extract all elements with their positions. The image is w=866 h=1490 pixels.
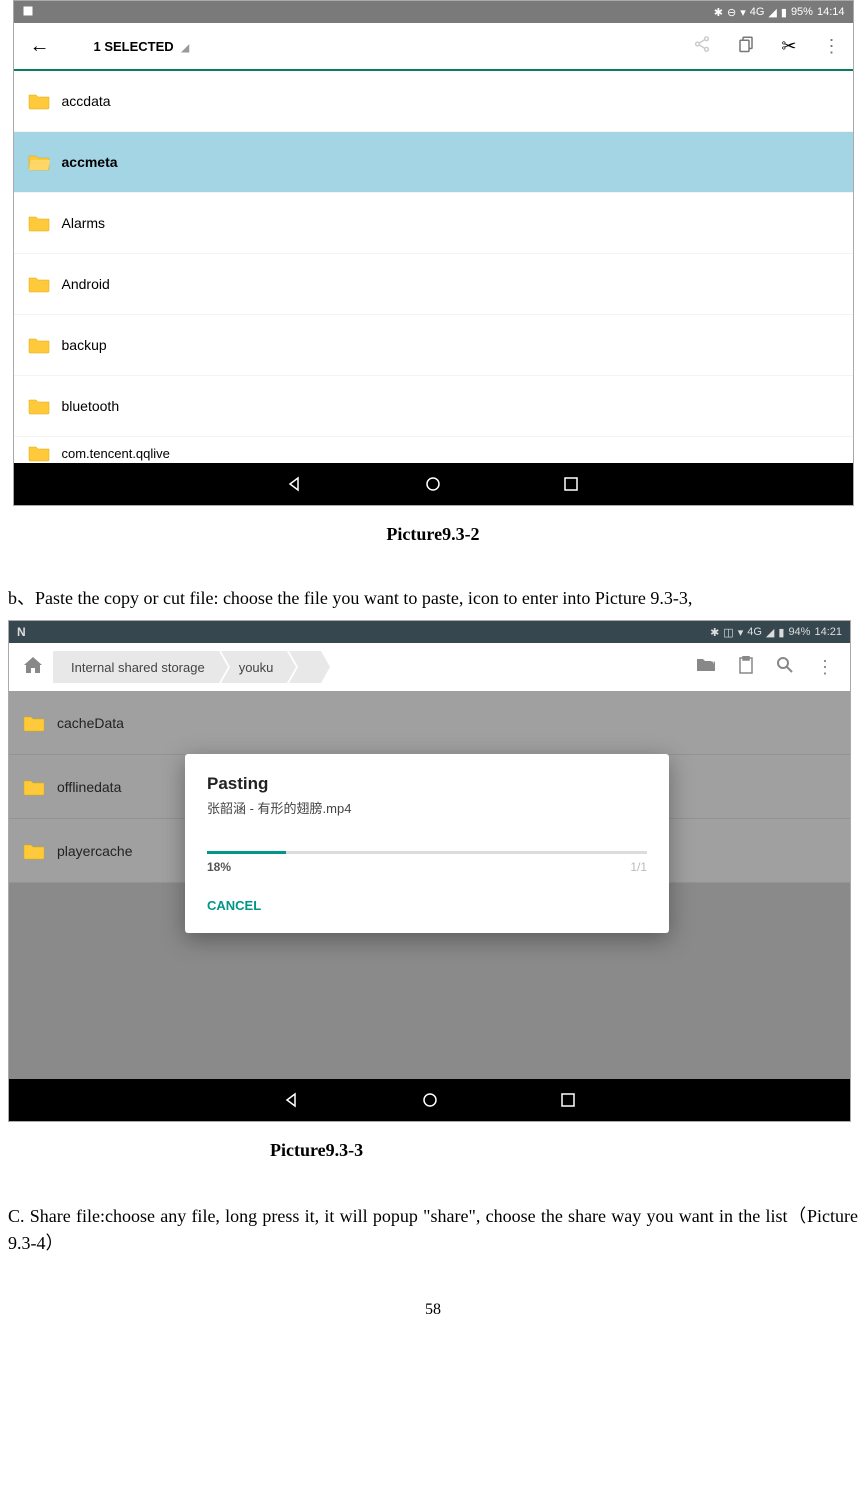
folder-label: accmeta (62, 154, 118, 170)
battery-icon: ▮ (778, 626, 784, 639)
app-bar: Internal shared storage youku + ⋮ (9, 643, 850, 691)
folder-label: Alarms (62, 215, 106, 231)
android-nav-bar (14, 463, 853, 505)
wifi-icon: ▾ (738, 626, 744, 639)
progress-fill (207, 851, 286, 854)
nav-back-icon[interactable] (286, 475, 304, 493)
paste-icon[interactable] (738, 656, 754, 679)
bluetooth-icon: ✱ (714, 6, 723, 19)
folder-icon (28, 397, 50, 415)
dnd-icon: ⊖ (727, 6, 736, 19)
cell-signal-label: 4G (750, 6, 765, 18)
dialog-title: Pasting (207, 774, 647, 794)
back-button[interactable]: ← (26, 35, 54, 58)
progress-percent: 18% (207, 860, 231, 874)
folder-row[interactable]: Android (14, 254, 853, 315)
svg-text:+: + (711, 657, 716, 666)
figure-caption-1: Picture9.3-2 (0, 524, 866, 545)
home-icon[interactable] (23, 656, 47, 679)
folder-icon (28, 444, 50, 462)
folder-label: backup (62, 337, 107, 353)
notification-icon (22, 5, 34, 20)
folder-row[interactable]: accdata (14, 71, 853, 132)
paste-dialog: Pasting 张韶涵 - 有形的翅膀.mp4 18% 1/1 CANCEL (185, 754, 669, 933)
clock: 14:21 (814, 626, 842, 638)
screenshot-9-3-2: ✱ ⊖ ▾ 4G ◢ ▮ 95% 14:14 ← 1 SELECTED ◢ ✂ … (13, 0, 854, 506)
nav-recent-icon[interactable] (559, 1091, 577, 1109)
battery-icon: ▮ (781, 6, 787, 19)
dialog-filename: 张韶涵 - 有形的翅膀.mp4 (207, 798, 647, 817)
folder-row[interactable]: backup (14, 315, 853, 376)
cut-icon[interactable]: ✂ (781, 36, 796, 57)
cancel-button[interactable]: CANCEL (207, 898, 647, 913)
folder-label: Android (62, 276, 110, 292)
bluetooth-icon: ✱ (710, 626, 719, 639)
figure-caption-2: Picture9.3-3 (0, 1140, 866, 1161)
notification-icon: N (17, 625, 26, 639)
selection-title[interactable]: 1 SELECTED ◢ (54, 39, 694, 54)
folder-icon (23, 778, 45, 796)
cell-signal-icon: ◢ (766, 626, 774, 639)
progress-bar (207, 851, 647, 854)
cell-signal-label: 4G (747, 626, 762, 638)
folder-open-icon (28, 153, 50, 171)
breadcrumb-item[interactable]: youku (221, 651, 288, 683)
folder-label: playercache (57, 843, 133, 859)
paragraph-c: C. Share file:choose any file, long pres… (8, 1203, 858, 1257)
folder-row-selected[interactable]: accmeta (14, 132, 853, 193)
folder-icon (28, 336, 50, 354)
more-icon[interactable]: ⋮ (816, 657, 834, 678)
folder-row[interactable]: cacheData (9, 691, 850, 755)
progress-count: 1/1 (630, 860, 647, 874)
breadcrumb-item[interactable]: Internal shared storage (53, 651, 219, 683)
share-icon[interactable] (693, 35, 711, 58)
battery-percent: 95% (791, 6, 813, 18)
nav-back-icon[interactable] (283, 1091, 301, 1109)
folder-row[interactable]: Alarms (14, 193, 853, 254)
folder-icon (28, 214, 50, 232)
status-bar: N ✱ ◫ ▾ 4G ◢ ▮ 94% 14:21 (9, 621, 850, 643)
folder-label: com.tencent.qqlive (62, 446, 170, 461)
paragraph-b: b、Paste the copy or cut file: choose the… (8, 585, 858, 612)
dropdown-icon: ◢ (181, 43, 189, 54)
wifi-icon: ▾ (740, 6, 746, 19)
folder-icon (23, 714, 45, 732)
folder-row[interactable]: bluetooth (14, 376, 853, 437)
folder-label: offlinedata (57, 779, 121, 795)
battery-percent: 94% (788, 626, 810, 638)
nav-home-icon[interactable] (421, 1091, 439, 1109)
new-folder-icon[interactable]: + (696, 657, 716, 678)
folder-label: cacheData (57, 715, 124, 731)
clock: 14:14 (817, 6, 845, 18)
nav-home-icon[interactable] (424, 475, 442, 493)
more-icon[interactable]: ⋮ (823, 36, 841, 57)
page-number: 58 (0, 1301, 866, 1329)
nav-recent-icon[interactable] (562, 475, 580, 493)
folder-row[interactable]: com.tencent.qqlive (14, 437, 853, 463)
folder-label: bluetooth (62, 398, 120, 414)
screenshot-9-3-3: N ✱ ◫ ▾ 4G ◢ ▮ 94% 14:21 Internal shared… (8, 620, 851, 1122)
android-nav-bar (9, 1079, 850, 1121)
folder-list: accdata accmeta Alarms Android backup bl… (14, 71, 853, 463)
status-bar: ✱ ⊖ ▾ 4G ◢ ▮ 95% 14:14 (14, 1, 853, 23)
search-icon[interactable] (776, 656, 794, 679)
cell-signal-icon: ◢ (768, 6, 776, 19)
vibrate-icon: ◫ (723, 626, 733, 639)
breadcrumb: Internal shared storage youku (53, 651, 696, 683)
copy-icon[interactable] (737, 35, 755, 58)
folder-icon (28, 92, 50, 110)
folder-icon (23, 842, 45, 860)
folder-label: accdata (62, 93, 111, 109)
folder-icon (28, 275, 50, 293)
app-bar: ← 1 SELECTED ◢ ✂ ⋮ (14, 23, 853, 71)
